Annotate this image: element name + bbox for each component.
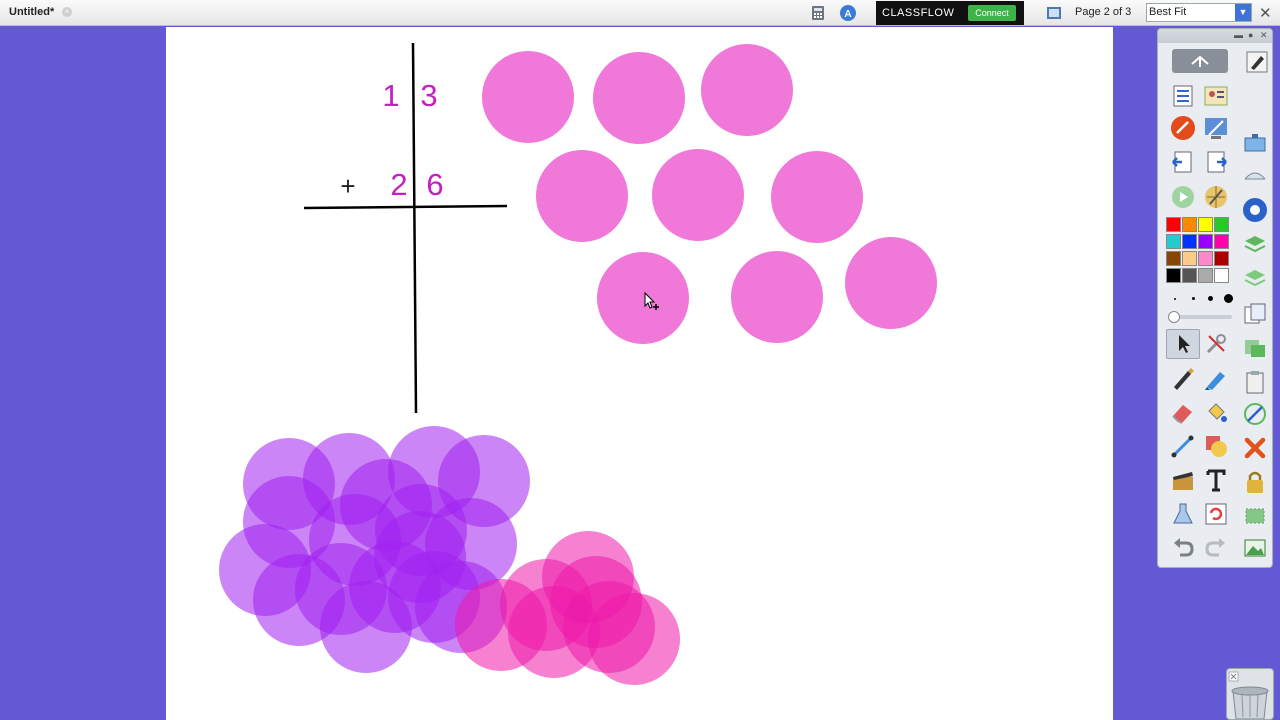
color-swatch-green[interactable] [1214, 217, 1229, 232]
pink-counter [701, 44, 793, 136]
pin-icon[interactable]: ● [1248, 30, 1253, 40]
top-bar: Untitled* × A CLASSFLOW Connect Page 2 o… [0, 0, 1280, 26]
magic-ink-icon[interactable] [1242, 401, 1268, 427]
page-indicator: Page 2 of 3 [1075, 6, 1132, 18]
experiment-icon[interactable] [1170, 501, 1196, 527]
calculator-icon[interactable] [809, 4, 827, 22]
color-swatch-dark-red[interactable] [1214, 251, 1229, 266]
pink-counter [845, 237, 937, 329]
trash-can[interactable] [1226, 668, 1274, 720]
color-swatch-purple[interactable] [1198, 234, 1213, 249]
toolbox-header[interactable]: ▬ ● ✕ [1158, 29, 1272, 43]
pink-counter [652, 149, 744, 241]
layers-stack-icon[interactable] [1242, 265, 1268, 291]
color-swatch-dark-grey[interactable] [1182, 268, 1197, 283]
annotate-desktop-icon[interactable] [1170, 115, 1196, 141]
color-swatch-white[interactable] [1214, 268, 1229, 283]
undo-icon[interactable] [1170, 535, 1196, 561]
spotlight-icon[interactable] [1242, 197, 1268, 223]
pen-width-selector[interactable] [1168, 293, 1234, 305]
main-toolbox: ▬ ● ✕ [1157, 28, 1273, 568]
previous-page-icon[interactable] [1170, 149, 1196, 175]
grid-icon[interactable] [1242, 335, 1268, 361]
globe-icon[interactable] [1203, 184, 1229, 210]
svg-text:A: A [844, 9, 851, 20]
digit-top-ones: 3 [420, 78, 437, 113]
shape-icon[interactable] [1203, 433, 1229, 459]
color-swatch-black[interactable] [1166, 268, 1181, 283]
redo-icon[interactable] [1203, 535, 1229, 561]
trash-icon [1228, 671, 1269, 720]
digit-top-tens: 1 [382, 78, 399, 113]
color-swatch-grey[interactable] [1198, 268, 1213, 283]
minimize-icon[interactable]: ▬ [1234, 30, 1243, 40]
vertical-divider-line [411, 42, 418, 414]
lock-icon[interactable] [1242, 469, 1268, 495]
reset-page-icon[interactable] [1203, 501, 1229, 527]
resource-browser-icon[interactable] [1203, 83, 1229, 109]
flipchart-drawing: 1 3 2 6 + [219, 42, 937, 685]
pages-icon[interactable] [1242, 301, 1268, 327]
connector-icon[interactable] [1170, 433, 1196, 459]
color-palette [1166, 217, 1234, 285]
select-tool[interactable] [1166, 329, 1200, 359]
classflow-logo: CLASSFLOW [882, 7, 955, 19]
close-tab-icon[interactable]: × [62, 7, 72, 17]
digit-bottom-ones: 6 [426, 167, 443, 202]
connect-board-icon[interactable] [1242, 129, 1268, 155]
delete-icon[interactable] [1242, 435, 1268, 461]
pink-counter [731, 251, 823, 343]
close-icon[interactable]: ✕ [1259, 4, 1272, 22]
zoom-value: Best Fit [1149, 6, 1187, 18]
pink-counter [593, 52, 685, 144]
page-browser-icon[interactable] [1045, 4, 1063, 22]
chevron-down-icon[interactable]: ▼ [1235, 4, 1251, 21]
export-icon[interactable] [1172, 49, 1228, 73]
plus-sign: + [340, 171, 355, 201]
main-menu-icon[interactable] [1170, 83, 1196, 109]
next-page-icon[interactable] [1203, 149, 1229, 175]
select-cursor-icon [1179, 335, 1190, 353]
color-swatch-red[interactable] [1166, 217, 1181, 232]
flipchart-page[interactable]: 1 3 2 6 + [166, 27, 1113, 720]
layers-icon[interactable] [1242, 231, 1268, 257]
connect-button[interactable]: Connect [968, 5, 1016, 21]
clipboard-icon[interactable] [1242, 369, 1268, 395]
classflow-panel: CLASSFLOW Connect [876, 1, 1024, 25]
color-swatch-pink[interactable] [1198, 251, 1213, 266]
eraser-icon[interactable] [1170, 399, 1196, 425]
highlighter-icon[interactable] [1203, 365, 1229, 391]
pink-counter [536, 150, 628, 242]
activinspire-icon[interactable]: A [839, 4, 857, 22]
color-swatch-peach[interactable] [1182, 251, 1197, 266]
tools-icon[interactable] [1203, 331, 1229, 357]
color-swatch-brown[interactable] [1166, 251, 1181, 266]
slider-thumb[interactable] [1168, 311, 1180, 323]
pink-counter [597, 252, 689, 344]
document-tab-title[interactable]: Untitled* [9, 6, 54, 18]
zoom-select[interactable]: Best Fit ▼ [1146, 3, 1252, 22]
color-swatch-blue[interactable] [1182, 234, 1197, 249]
play-icon[interactable] [1170, 184, 1196, 210]
camera-icon[interactable] [1242, 503, 1268, 529]
profile-pen-icon[interactable] [1244, 49, 1270, 75]
pen-icon[interactable] [1170, 365, 1196, 391]
color-swatch-orange[interactable] [1182, 217, 1197, 232]
image-icon[interactable] [1242, 535, 1268, 561]
text-icon[interactable] [1203, 467, 1229, 493]
desktop-tools-icon[interactable] [1203, 115, 1229, 141]
pen-width-slider[interactable] [1168, 311, 1232, 323]
clapperboard-icon[interactable] [1170, 467, 1196, 493]
color-swatch-cyan[interactable] [1166, 234, 1181, 249]
digit-bottom-tens: 2 [390, 167, 407, 202]
reveal-icon[interactable] [1242, 163, 1268, 189]
pink-counter [771, 151, 863, 243]
horizontal-sum-line [303, 204, 508, 210]
fill-icon[interactable] [1203, 399, 1229, 425]
pink-counter [482, 51, 574, 143]
close-toolbox-icon[interactable]: ✕ [1260, 30, 1268, 41]
color-swatch-magenta[interactable] [1214, 234, 1229, 249]
pink-counters-group [482, 44, 937, 344]
color-swatch-yellow[interactable] [1198, 217, 1213, 232]
